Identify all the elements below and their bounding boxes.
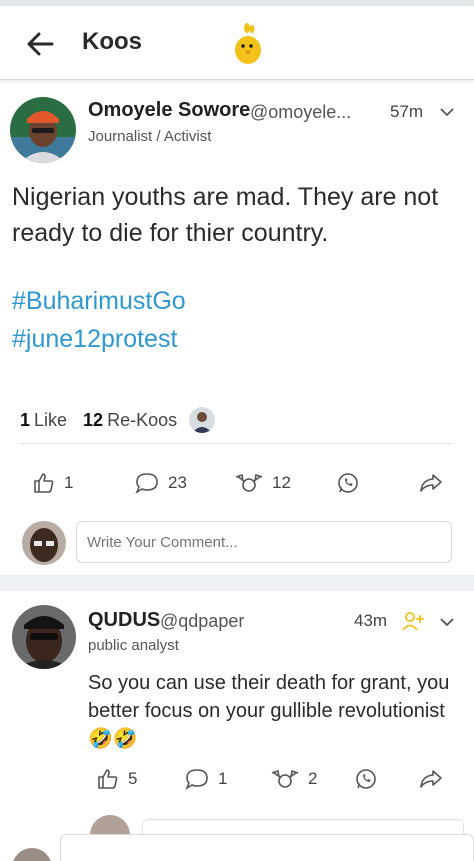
rekoos-label: Re-Koos	[107, 409, 178, 430]
likes-stat[interactable]: 1 Like	[20, 410, 67, 431]
reply-actions: 5 1 2	[0, 767, 474, 797]
current-user-avatar[interactable]	[22, 521, 66, 565]
comment-count: 23	[168, 473, 187, 492]
reply-rekoo-button[interactable]: 2	[270, 767, 317, 791]
rekoos-stat[interactable]: 12 Re-Koos	[83, 410, 177, 431]
rekoo-icon	[235, 473, 263, 492]
chevron-down-icon[interactable]	[438, 613, 456, 631]
reply-text: So you can use their death for grant, yo…	[88, 672, 450, 750]
likes-label: Like	[34, 409, 68, 430]
reply-author-avatar[interactable]	[12, 605, 76, 669]
rekoo-button[interactable]: 12	[234, 471, 291, 495]
rekoo-count: 12	[272, 473, 291, 492]
page-title: Koos	[82, 28, 142, 55]
reply-author-name[interactable]: QUDUS	[88, 609, 160, 632]
reply-post: QUDUS @qdpaper 43m public analyst So you…	[0, 591, 474, 831]
rekoo-icon	[271, 769, 299, 788]
reply-whatsapp-share-button[interactable]	[354, 767, 386, 791]
author-handle[interactable]: @omoyele...	[250, 102, 351, 123]
likes-count: 1	[20, 409, 31, 430]
reply-share-button[interactable]	[418, 767, 452, 791]
comment-bubble-icon	[185, 769, 208, 790]
whatsapp-share-button[interactable]	[336, 471, 368, 495]
share-arrow-icon	[420, 474, 442, 492]
share-button[interactable]	[418, 471, 452, 495]
like-count: 1	[64, 473, 74, 492]
app-bar: Koos	[0, 6, 474, 80]
like-button[interactable]: 1	[32, 471, 73, 495]
share-arrow-icon	[420, 770, 442, 788]
hashtag-link[interactable]: #BuharimustGo	[12, 287, 186, 316]
post-stats: 1 Like 12 Re-Koos	[20, 407, 216, 433]
chevron-down-icon[interactable]	[438, 103, 456, 121]
comment-bubble-icon	[135, 473, 158, 494]
hashtag-link[interactable]: #june12protest	[12, 325, 177, 354]
bottom-user-avatar[interactable]	[12, 848, 52, 861]
bottom-comment-bar[interactable]	[60, 834, 474, 861]
author-name[interactable]: Omoyele Sowore	[88, 99, 250, 122]
author-role: Journalist / Activist	[88, 128, 212, 145]
follow-user-icon[interactable]	[402, 611, 424, 631]
thumbs-up-icon	[34, 473, 54, 493]
reply-like-count: 5	[128, 769, 138, 788]
post-time: 57m	[390, 102, 424, 121]
divider	[20, 443, 452, 444]
section-separator	[0, 575, 474, 591]
rekoos-count: 12	[83, 409, 104, 430]
post-text: Nigerian youths are mad. They are not re…	[12, 183, 439, 247]
reply-author-role: public analyst	[88, 637, 179, 654]
comment-input[interactable]	[76, 521, 452, 563]
reply-comment-button[interactable]: 1	[184, 767, 227, 791]
reply-time: 43m	[354, 611, 388, 630]
comment-composer	[0, 521, 474, 571]
comment-button[interactable]: 23	[134, 471, 187, 495]
koo-logo-icon	[230, 22, 266, 66]
rekoo-user-avatar[interactable]	[189, 407, 216, 433]
reply-rekoo-count: 2	[308, 769, 318, 788]
whatsapp-icon	[338, 473, 358, 493]
thumbs-up-icon	[98, 769, 118, 789]
back-arrow-icon[interactable]	[22, 26, 58, 62]
reply-comment-count: 1	[218, 769, 228, 788]
whatsapp-icon	[356, 769, 376, 789]
author-avatar[interactable]	[10, 97, 76, 163]
reply-author-handle[interactable]: @qdpaper	[160, 611, 244, 632]
reply-like-button[interactable]: 5	[96, 767, 137, 791]
post-actions: 1 23 12	[0, 471, 474, 501]
